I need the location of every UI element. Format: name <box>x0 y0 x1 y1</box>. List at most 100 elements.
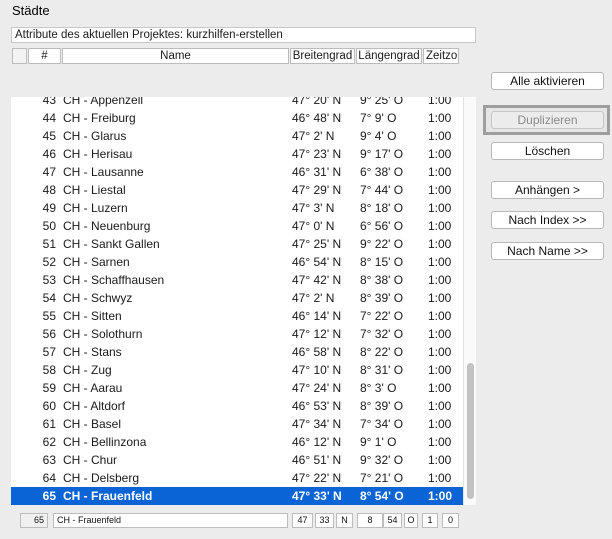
column-header-name[interactable]: Name <box>62 48 289 64</box>
row-longitude: 8° 31' O <box>360 363 404 377</box>
timezone-minutes-field[interactable]: 0 <box>442 513 459 528</box>
project-label: Attribute des aktuellen Projektes: kurzh… <box>11 27 476 43</box>
row-longitude: 8° 3' O <box>360 381 397 395</box>
latitude-direction-field[interactable]: N <box>336 513 353 528</box>
column-header-timezone[interactable]: Zeitzo <box>423 48 459 64</box>
row-latitude: 47° 2' N <box>292 129 335 143</box>
row-timezone: 1:00 <box>428 417 452 431</box>
table-row[interactable]: 47 CH - Lausanne 46° 31' N 6° 38' O 1:00 <box>11 163 463 181</box>
row-city-name: CH - Bellinzona <box>63 435 147 449</box>
vertical-scrollbar[interactable] <box>463 97 476 505</box>
row-city-name: CH - Schwyz <box>63 291 133 305</box>
activate-all-button[interactable]: Alle aktivieren <box>491 72 604 90</box>
row-number: 60 <box>42 399 56 413</box>
table-row[interactable]: 52 CH - Sarnen 46° 54' N 8° 15' O 1:00 <box>11 253 463 271</box>
row-longitude: 9° 1' O <box>360 435 397 449</box>
row-latitude: 46° 31' N <box>292 165 342 179</box>
row-longitude: 8° 22' O <box>360 345 404 359</box>
table-row[interactable]: 64 CH - Delsberg 47° 22' N 7° 21' O 1:00 <box>11 469 463 487</box>
row-city-name: CH - Altdorf <box>63 399 126 413</box>
latitude-minutes-field[interactable]: 33 <box>315 513 334 528</box>
row-city-name: CH - Solothurn <box>63 327 143 341</box>
column-header-number[interactable]: # <box>28 48 61 64</box>
row-timezone: 1:00 <box>428 291 452 305</box>
longitude-degrees-field[interactable]: 8 <box>357 513 383 528</box>
table-row[interactable]: 63 CH - Chur 46° 51' N 9° 32' O 1:00 <box>11 451 463 469</box>
row-longitude: 6° 56' O <box>360 219 404 233</box>
row-number: 43 <box>42 97 56 107</box>
row-timezone: 1:00 <box>428 453 452 467</box>
row-timezone: 1:00 <box>428 345 452 359</box>
row-city-name: CH - Sarnen <box>63 255 130 269</box>
row-number: 65 <box>42 489 56 503</box>
row-longitude: 7° 21' O <box>360 471 404 485</box>
row-latitude: 46° 58' N <box>292 345 342 359</box>
table-row[interactable]: 45 CH - Glarus 47° 2' N 9° 4' O 1:00 <box>11 127 463 145</box>
row-longitude: 8° 18' O <box>360 201 404 215</box>
table-row[interactable]: 53 CH - Schaffhausen 47° 42' N 8° 38' O 1:00 <box>11 271 463 289</box>
row-number: 59 <box>42 381 56 395</box>
row-timezone: 1:00 <box>428 201 452 215</box>
table-row[interactable]: 43 CH - Appenzell 47° 20' N 9° 25' O 1:00 <box>11 97 463 109</box>
table-row[interactable]: 48 CH - Liestal 47° 29' N 7° 44' O 1:00 <box>11 181 463 199</box>
column-header-select[interactable] <box>12 48 27 64</box>
table-row[interactable]: 50 CH - Neuenburg 47° 0' N 6° 56' O 1:00 <box>11 217 463 235</box>
row-number: 45 <box>42 129 56 143</box>
row-latitude: 47° 0' N <box>292 219 335 233</box>
delete-button[interactable]: Löschen <box>491 142 604 160</box>
table-row[interactable]: 61 CH - Basel 47° 34' N 7° 34' O 1:00 <box>11 415 463 433</box>
row-number: 51 <box>42 237 56 251</box>
table-row[interactable]: 62 CH - Bellinzona 46° 12' N 9° 1' O 1:00 <box>11 433 463 451</box>
table-row[interactable]: 49 CH - Luzern 47° 3' N 8° 18' O 1:00 <box>11 199 463 217</box>
table-row[interactable]: 56 CH - Solothurn 47° 12' N 7° 32' O 1:00 <box>11 325 463 343</box>
table-row[interactable]: 57 CH - Stans 46° 58' N 8° 22' O 1:00 <box>11 343 463 361</box>
index-field[interactable]: 65 <box>20 513 48 528</box>
row-latitude: 47° 10' N <box>292 363 342 377</box>
row-city-name: CH - Schaffhausen <box>63 273 165 287</box>
row-city-name: CH - Delsberg <box>63 471 140 485</box>
table-row[interactable]: 58 CH - Zug 47° 10' N 8° 31' O 1:00 <box>11 361 463 379</box>
row-number: 55 <box>42 309 56 323</box>
table-row[interactable]: 59 CH - Aarau 47° 24' N 8° 3' O 1:00 <box>11 379 463 397</box>
table-row-selected[interactable]: 65 CH - Frauenfeld 47° 33' N 8° 54' O 1:00 <box>11 487 463 505</box>
sort-by-name-button[interactable]: Nach Name >> <box>491 242 604 260</box>
table-row[interactable]: 54 CH - Schwyz 47° 2' N 8° 39' O 1:00 <box>11 289 463 307</box>
row-timezone: 1:00 <box>428 399 452 413</box>
sort-by-index-button[interactable]: Nach Index >> <box>491 211 604 229</box>
row-timezone: 1:00 <box>428 111 452 125</box>
row-timezone: 1:00 <box>428 165 452 179</box>
duplicate-button[interactable]: Duplizieren <box>491 111 604 129</box>
row-city-name: CH - Basel <box>63 417 122 431</box>
latitude-degrees-field[interactable]: 47 <box>292 513 313 528</box>
row-longitude: 7° 9' O <box>360 111 397 125</box>
longitude-direction-field[interactable]: O <box>404 513 418 528</box>
row-number: 49 <box>42 201 56 215</box>
table-row[interactable]: 44 CH - Freiburg 46° 48' N 7° 9' O 1:00 <box>11 109 463 127</box>
row-latitude: 47° 12' N <box>292 327 342 341</box>
row-number: 63 <box>42 453 56 467</box>
row-city-name: CH - Luzern <box>63 201 128 215</box>
timezone-hours-field[interactable]: 1 <box>422 513 438 528</box>
row-number: 56 <box>42 327 56 341</box>
row-timezone: 1:00 <box>428 129 452 143</box>
row-timezone: 1:00 <box>428 471 452 485</box>
append-button[interactable]: Anhängen > <box>491 181 604 199</box>
row-number: 58 <box>42 363 56 377</box>
column-header-longitude[interactable]: Längengrad <box>356 48 422 64</box>
city-name-field[interactable]: CH - Frauenfeld <box>53 513 288 528</box>
table-row[interactable]: 46 CH - Herisau 47° 23' N 9° 17' O 1:00 <box>11 145 463 163</box>
row-latitude: 46° 53' N <box>292 399 342 413</box>
row-timezone: 1:00 <box>428 219 452 233</box>
row-city-name: CH - Appenzell <box>63 97 144 107</box>
row-city-name: CH - Liestal <box>63 183 126 197</box>
scrollbar-thumb[interactable] <box>467 363 474 499</box>
table-row[interactable]: 51 CH - Sankt Gallen 47° 25' N 9° 22' O 1:00 <box>11 235 463 253</box>
table-row[interactable]: 55 CH - Sitten 46° 14' N 7° 22' O 1:00 <box>11 307 463 325</box>
column-header-latitude[interactable]: Breitengrad <box>290 48 355 64</box>
row-timezone: 1:00 <box>428 309 452 323</box>
city-list[interactable]: 43 CH - Appenzell 47° 20' N 9° 25' O 1:00 44 C… <box>11 97 476 505</box>
table-row[interactable]: 60 CH - Altdorf 46° 53' N 8° 39' O 1:00 <box>11 397 463 415</box>
longitude-minutes-field[interactable]: 54 <box>383 513 402 528</box>
row-longitude: 8° 39' O <box>360 399 404 413</box>
table-header: # Name Breitengrad Längengrad Zeitzo <box>12 48 459 64</box>
